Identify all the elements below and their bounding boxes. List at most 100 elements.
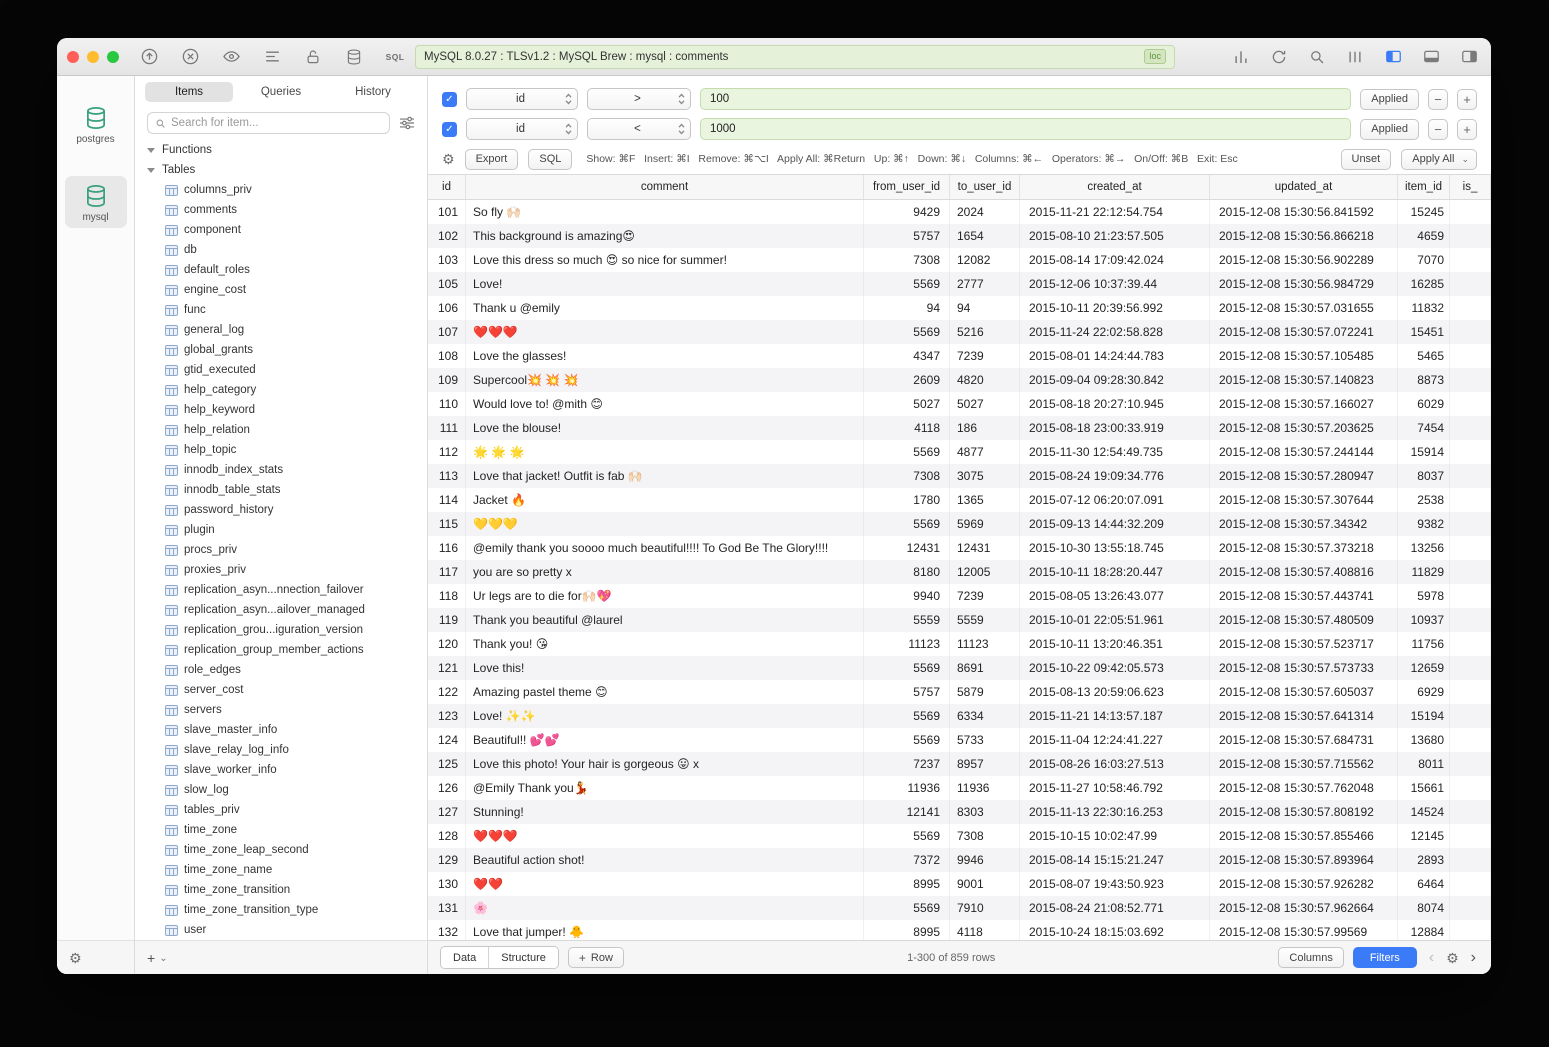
cell-comment[interactable]: Thank you beautiful @laurel <box>466 608 864 632</box>
cell-id[interactable]: 129 <box>428 848 466 872</box>
cell-created_at[interactable]: 2015-11-30 12:54:49.735 <box>1020 440 1210 464</box>
cell-to_user_id[interactable]: 7239 <box>950 584 1020 608</box>
cell-comment[interactable]: Love that jumper! 🐥 <box>466 920 864 940</box>
cell-from_user_id[interactable]: 5569 <box>864 272 950 296</box>
cell-from_user_id[interactable]: 5569 <box>864 440 950 464</box>
cell-id[interactable]: 126 <box>428 776 466 800</box>
cell-created_at[interactable]: 2015-08-24 19:09:34.776 <box>1020 464 1210 488</box>
sidebar-table-item[interactable]: replication_group_member_actions <box>135 640 427 660</box>
cell-from_user_id[interactable]: 5569 <box>864 512 950 536</box>
cell-created_at[interactable]: 2015-08-01 14:24:44.783 <box>1020 344 1210 368</box>
cell-updated_at[interactable]: 2015-12-08 15:30:57.855466 <box>1210 824 1398 848</box>
cell-item_id[interactable]: 13256 <box>1398 536 1450 560</box>
cell-updated_at[interactable]: 2015-12-08 15:30:57.962664 <box>1210 896 1398 920</box>
cell-id[interactable]: 103 <box>428 248 466 272</box>
cell-is_[interactable] <box>1450 584 1491 608</box>
cell-item_id[interactable]: 8873 <box>1398 368 1450 392</box>
sidebar-table-item[interactable]: slow_log <box>135 780 427 800</box>
cell-is_[interactable] <box>1450 920 1491 940</box>
cell-id[interactable]: 107 <box>428 320 466 344</box>
cell-item_id[interactable]: 11829 <box>1398 560 1450 584</box>
cell-created_at[interactable]: 2015-08-07 19:43:50.923 <box>1020 872 1210 896</box>
cell-to_user_id[interactable]: 4877 <box>950 440 1020 464</box>
sidebar-group-functions[interactable]: Functions <box>135 140 427 160</box>
cell-comment[interactable]: 🌟 🌟 🌟 <box>466 440 864 464</box>
cell-from_user_id[interactable]: 5559 <box>864 608 950 632</box>
cell-comment[interactable]: Love! <box>466 272 864 296</box>
cell-created_at[interactable]: 2015-11-21 14:13:57.187 <box>1020 704 1210 728</box>
structure-view-button[interactable]: Structure <box>488 947 558 968</box>
sidebar-table-item[interactable]: columns_priv <box>135 180 427 200</box>
cell-to_user_id[interactable]: 12431 <box>950 536 1020 560</box>
table-row[interactable]: 117you are so pretty x8180120052015-10-1… <box>428 560 1491 584</box>
cell-created_at[interactable]: 2015-10-11 20:39:56.992 <box>1020 296 1210 320</box>
cell-item_id[interactable]: 16285 <box>1398 272 1450 296</box>
cell-to_user_id[interactable]: 6334 <box>950 704 1020 728</box>
cell-to_user_id[interactable]: 8691 <box>950 656 1020 680</box>
cell-to_user_id[interactable]: 12082 <box>950 248 1020 272</box>
cell-created_at[interactable]: 2015-08-24 21:08:52.771 <box>1020 896 1210 920</box>
cell-from_user_id[interactable]: 5757 <box>864 680 950 704</box>
cell-comment[interactable]: Love! ✨✨ <box>466 704 864 728</box>
prev-page-icon[interactable]: ‹ <box>1426 950 1437 966</box>
cell-comment[interactable]: ❤️❤️❤️ <box>466 824 864 848</box>
cell-is_[interactable] <box>1450 776 1491 800</box>
sidebar-table-item[interactable]: default_roles <box>135 260 427 280</box>
cell-item_id[interactable]: 8011 <box>1398 752 1450 776</box>
column-header-is_[interactable]: is_ <box>1450 175 1491 199</box>
cell-to_user_id[interactable]: 1654 <box>950 224 1020 248</box>
cell-comment[interactable]: Beautiful action shot! <box>466 848 864 872</box>
table-row[interactable]: 111Love the blouse!41181862015-08-18 23:… <box>428 416 1491 440</box>
table-row[interactable]: 101So fly 🙌🏻942920242015-11-21 22:12:54.… <box>428 200 1491 224</box>
sidebar-table-item[interactable]: time_zone <box>135 820 427 840</box>
cell-item_id[interactable]: 6464 <box>1398 872 1450 896</box>
data-view-button[interactable]: Data <box>441 947 488 968</box>
filter-sliders-icon[interactable] <box>399 116 415 130</box>
column-header-to_user_id[interactable]: to_user_id <box>950 175 1020 199</box>
cell-item_id[interactable]: 15661 <box>1398 776 1450 800</box>
sidebar-table-item[interactable]: servers <box>135 700 427 720</box>
search-box[interactable] <box>147 112 390 134</box>
cell-created_at[interactable]: 2015-09-13 14:44:32.209 <box>1020 512 1210 536</box>
cell-created_at[interactable]: 2015-08-18 20:27:10.945 <box>1020 392 1210 416</box>
sidebar-table-item[interactable]: help_category <box>135 380 427 400</box>
tab-queries[interactable]: Queries <box>237 82 325 102</box>
cell-item_id[interactable]: 12884 <box>1398 920 1450 940</box>
tab-items[interactable]: Items <box>145 82 233 102</box>
cell-item_id[interactable]: 15914 <box>1398 440 1450 464</box>
cell-updated_at[interactable]: 2015-12-08 15:30:57.166027 <box>1210 392 1398 416</box>
cell-updated_at[interactable]: 2015-12-08 15:30:57.031655 <box>1210 296 1398 320</box>
table-row[interactable]: 129Beautiful action shot!737299462015-08… <box>428 848 1491 872</box>
search-icon[interactable] <box>1305 45 1329 69</box>
preview-eye-icon[interactable] <box>219 45 243 69</box>
cell-updated_at[interactable]: 2015-12-08 15:30:57.105485 <box>1210 344 1398 368</box>
cell-created_at[interactable]: 2015-11-13 22:30:16.253 <box>1020 800 1210 824</box>
cell-to_user_id[interactable]: 5216 <box>950 320 1020 344</box>
cell-item_id[interactable]: 2538 <box>1398 488 1450 512</box>
cell-item_id[interactable]: 5978 <box>1398 584 1450 608</box>
cell-from_user_id[interactable]: 1780 <box>864 488 950 512</box>
sidebar-table-item[interactable]: slave_worker_info <box>135 760 427 780</box>
cell-updated_at[interactable]: 2015-12-08 15:30:57.893964 <box>1210 848 1398 872</box>
cell-is_[interactable] <box>1450 872 1491 896</box>
cell-comment[interactable]: @Emily Thank you💃 <box>466 776 864 800</box>
connection-postgres[interactable]: postgres <box>65 98 127 150</box>
cell-updated_at[interactable]: 2015-12-08 15:30:56.902289 <box>1210 248 1398 272</box>
disconnect-icon[interactable] <box>178 45 202 69</box>
cell-created_at[interactable]: 2015-11-04 12:24:41.227 <box>1020 728 1210 752</box>
cell-comment[interactable]: This background is amazing😍 <box>466 224 864 248</box>
add-item-button[interactable]: + <box>147 951 155 965</box>
cell-updated_at[interactable]: 2015-12-08 15:30:57.072241 <box>1210 320 1398 344</box>
cell-item_id[interactable]: 6029 <box>1398 392 1450 416</box>
cell-updated_at[interactable]: 2015-12-08 15:30:57.715562 <box>1210 752 1398 776</box>
sidebar-table-item[interactable]: db <box>135 240 427 260</box>
cell-comment[interactable]: Love the glasses! <box>466 344 864 368</box>
cell-is_[interactable] <box>1450 632 1491 656</box>
cell-is_[interactable] <box>1450 416 1491 440</box>
table-row[interactable]: 107❤️❤️❤️556952162015-11-24 22:02:58.828… <box>428 320 1491 344</box>
sidebar-table-item[interactable]: tables_priv <box>135 800 427 820</box>
cell-from_user_id[interactable]: 5569 <box>864 728 950 752</box>
cell-id[interactable]: 124 <box>428 728 466 752</box>
cell-created_at[interactable]: 2015-10-15 10:02:47.99 <box>1020 824 1210 848</box>
cell-is_[interactable] <box>1450 824 1491 848</box>
